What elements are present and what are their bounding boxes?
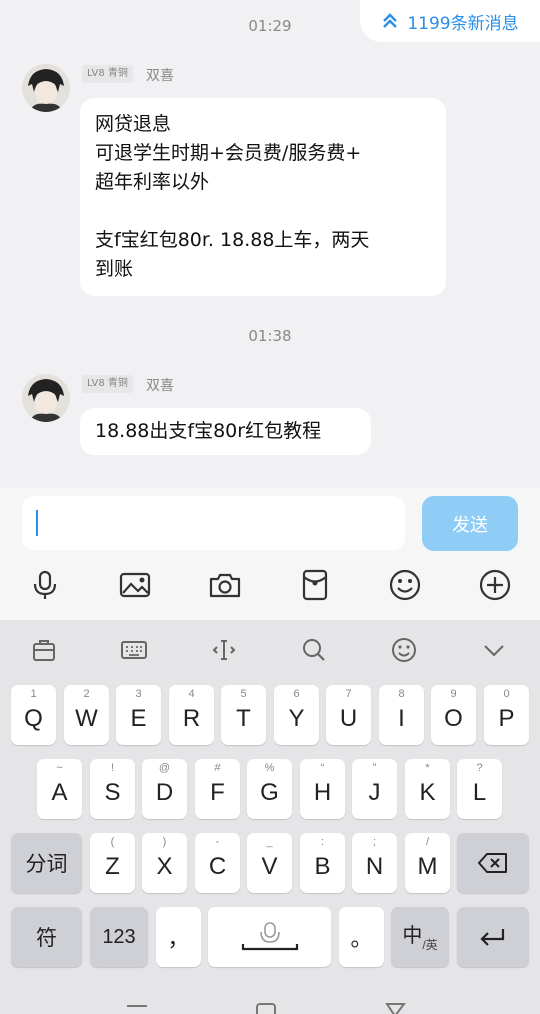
key-n[interactable]: ; N bbox=[352, 833, 397, 893]
text-caret bbox=[36, 510, 38, 536]
emoji-icon[interactable] bbox=[384, 632, 424, 668]
keyboard: 1Q 2W 3E 4R 5T 6Y 7U 8I 9O 0P ~ A ! S @ D #… bbox=[0, 620, 540, 1014]
key-o[interactable]: 9O bbox=[431, 685, 476, 745]
key-d[interactable]: @ D bbox=[142, 759, 187, 819]
key-i[interactable]: 8I bbox=[379, 685, 424, 745]
nickname[interactable]: 双喜 bbox=[146, 375, 174, 395]
key-w[interactable]: 2W bbox=[64, 685, 109, 745]
key-h[interactable]: “H bbox=[300, 759, 345, 819]
clipboard-icon[interactable] bbox=[24, 632, 64, 668]
cursor-icon[interactable] bbox=[204, 632, 244, 668]
language-label-zh: 中 bbox=[402, 924, 423, 947]
key-a[interactable]: ~ A bbox=[37, 759, 82, 819]
enter-icon bbox=[480, 929, 505, 946]
key-c[interactable]: -C bbox=[195, 833, 240, 893]
nav-buttons-icon bbox=[127, 1003, 406, 1014]
period-key[interactable]: 。 bbox=[339, 907, 384, 967]
system-nav-bar bbox=[0, 994, 540, 1014]
backspace-key[interactable] bbox=[457, 833, 529, 893]
plus-icon[interactable] bbox=[477, 568, 513, 602]
red-packet-icon[interactable] bbox=[297, 568, 333, 602]
avatar[interactable] bbox=[22, 64, 70, 112]
message-bubble[interactable]: 18.88出支f宝80r红包教程 bbox=[80, 408, 371, 455]
avatar[interactable] bbox=[22, 374, 70, 422]
key-y[interactable]: 6Y bbox=[274, 685, 319, 745]
level-badge: LV8 青铜 bbox=[82, 375, 133, 393]
search-icon[interactable] bbox=[294, 632, 334, 668]
language-label-en: /英 bbox=[422, 937, 438, 952]
collapse-icon[interactable] bbox=[474, 632, 514, 668]
emoji-icon[interactable] bbox=[387, 568, 423, 602]
input-bar: 发送 bbox=[0, 488, 540, 620]
symbol-key[interactable]: 符 bbox=[11, 907, 82, 967]
key-z[interactable]: (Z bbox=[90, 833, 135, 893]
fenci-key[interactable]: 分词 bbox=[11, 833, 82, 893]
key-f[interactable]: # F bbox=[195, 759, 240, 819]
enter-key[interactable] bbox=[457, 907, 529, 967]
key-p[interactable]: 0P bbox=[484, 685, 529, 745]
key-r[interactable]: 4R bbox=[169, 685, 214, 745]
key-e[interactable]: 3E bbox=[116, 685, 161, 745]
mic-icon bbox=[241, 922, 298, 951]
message-input[interactable] bbox=[22, 496, 405, 550]
numbers-key[interactable]: 123 bbox=[90, 907, 148, 967]
send-button[interactable]: 发送 bbox=[422, 496, 518, 551]
key-v[interactable]: _ V bbox=[247, 833, 292, 893]
key-l[interactable]: ? L bbox=[457, 759, 502, 819]
timestamp: 01:29 bbox=[248, 17, 292, 35]
key-m[interactable]: / M bbox=[405, 833, 450, 893]
camera-icon[interactable] bbox=[207, 568, 243, 602]
language-switch-key[interactable]: 中/英 bbox=[391, 907, 449, 967]
key-q[interactable]: 1Q bbox=[11, 685, 56, 745]
key-t[interactable]: 5T bbox=[221, 685, 266, 745]
message-bubble[interactable]: 网贷退息 可退学生时期+会员费/服务费+ 超年利率以外 支f宝红包80r. 18… bbox=[80, 98, 446, 296]
key-u[interactable]: 7U bbox=[326, 685, 371, 745]
backspace-icon bbox=[478, 853, 507, 873]
key-x[interactable]: ) X bbox=[142, 833, 187, 893]
nickname[interactable]: 双喜 bbox=[146, 65, 174, 85]
key-s[interactable]: ! S bbox=[90, 759, 135, 819]
comma-key[interactable]: ， bbox=[156, 907, 201, 967]
keyboard-icon[interactable] bbox=[114, 632, 154, 668]
chat-area: 1199条新消息 01:29 LV8 青铜 双喜 网贷退息 可退学生时期+会员费… bbox=[0, 0, 540, 488]
mic-icon[interactable] bbox=[27, 568, 63, 602]
key-j[interactable]: ” J bbox=[352, 759, 397, 819]
image-icon[interactable] bbox=[117, 568, 153, 602]
key-b[interactable]: :B bbox=[300, 833, 345, 893]
space-key[interactable] bbox=[208, 907, 331, 967]
key-k[interactable]: * K bbox=[405, 759, 450, 819]
level-badge: LV8 青铜 bbox=[82, 65, 133, 83]
key-g[interactable]: % G bbox=[247, 759, 292, 819]
timestamp: 01:38 bbox=[248, 327, 292, 345]
